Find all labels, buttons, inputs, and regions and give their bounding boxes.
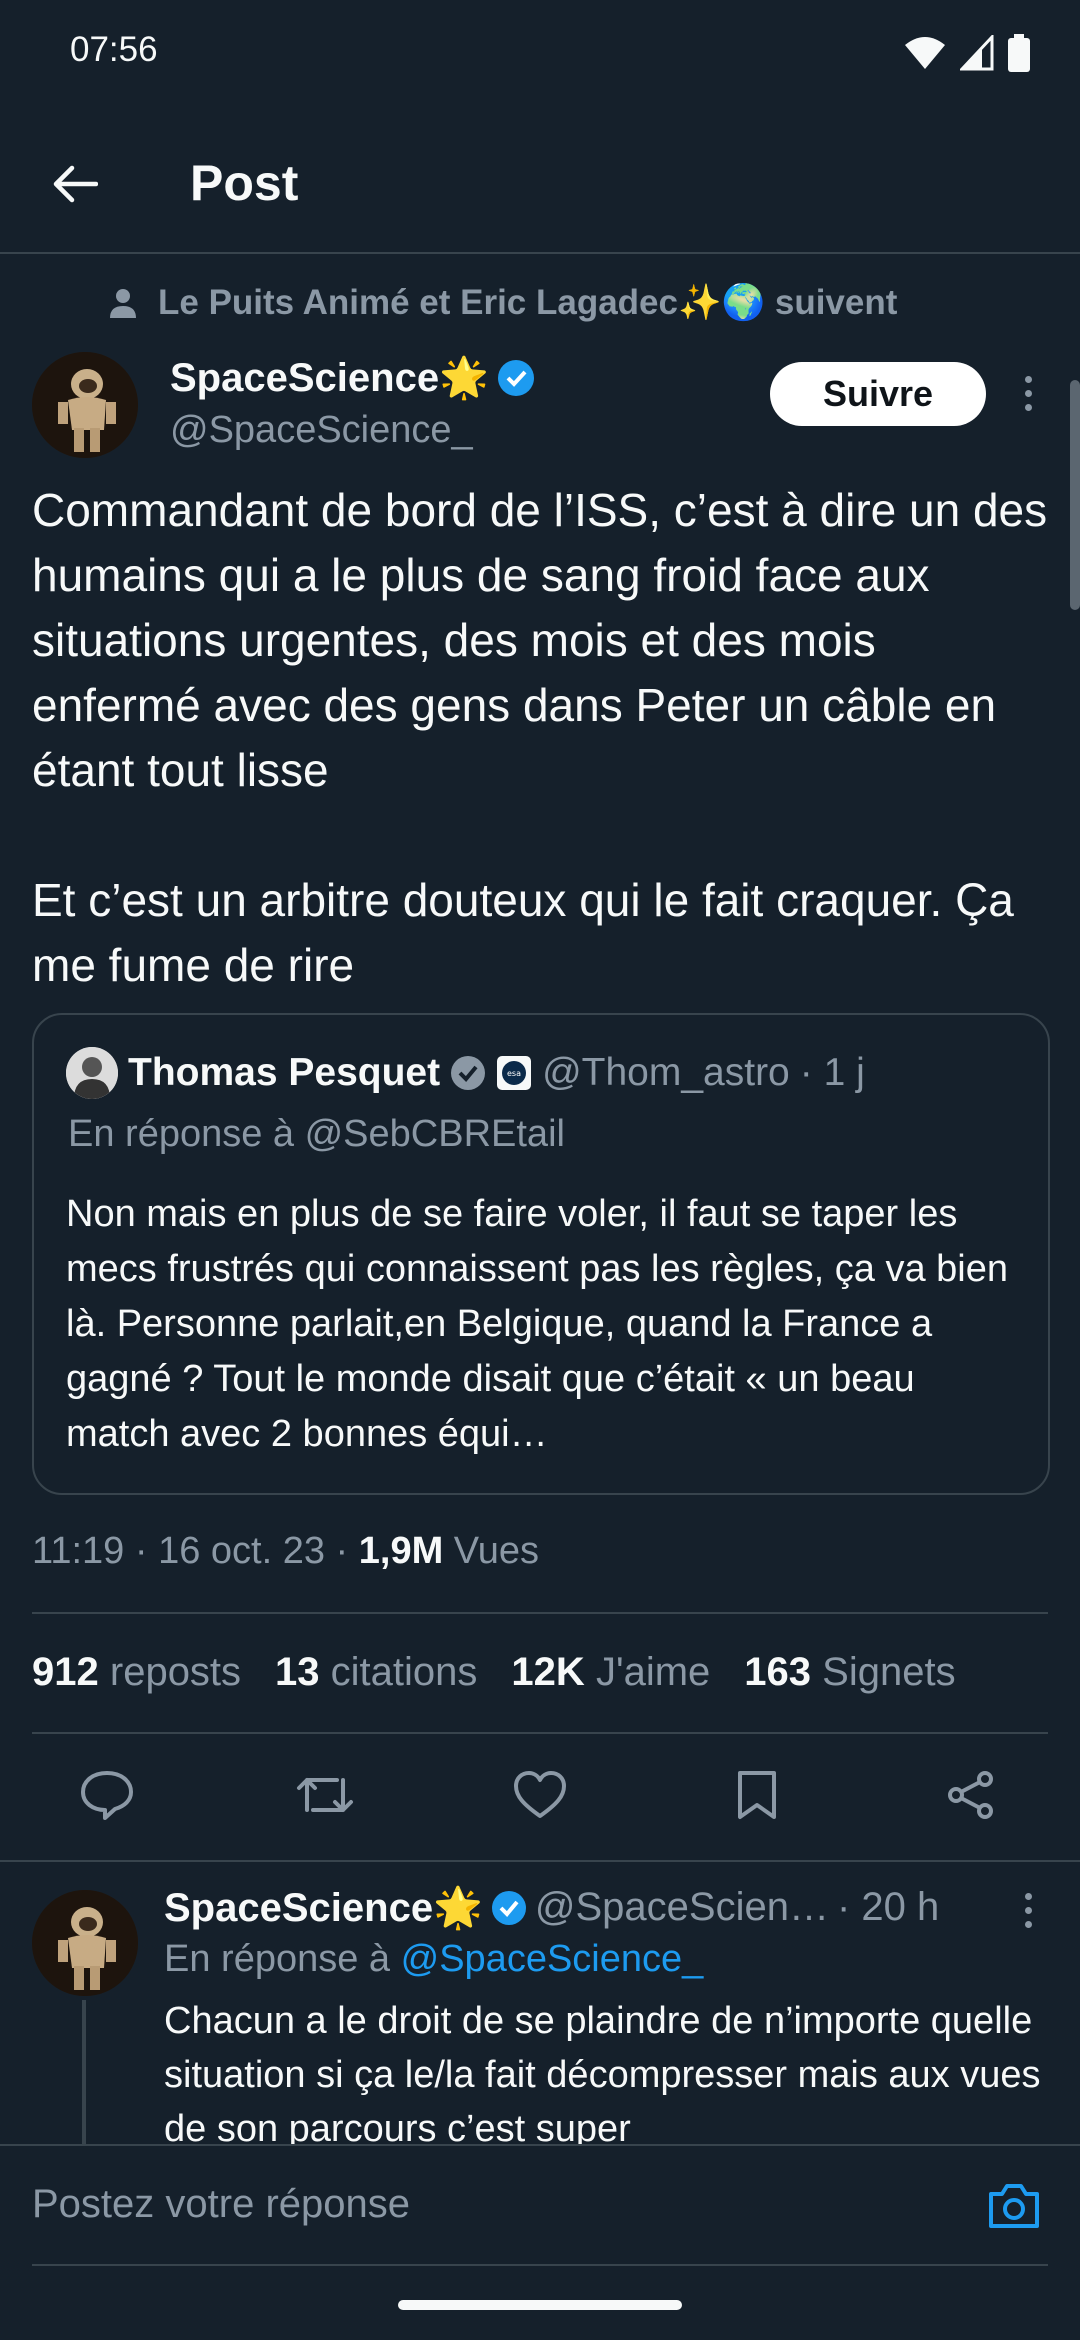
quote-author-handle: @Thom_astro (542, 1051, 790, 1094)
repost-icon (297, 1778, 353, 1812)
bookmark-icon (738, 1771, 776, 1819)
divider (32, 1612, 1048, 1614)
esa-affiliation-icon: esa (497, 1056, 532, 1090)
page-title: Post (190, 155, 299, 211)
post-text: Commandant de bord de l’ISS, c’est à dir… (32, 484, 1048, 991)
status-icons (904, 34, 1030, 72)
quote-author-avatar (66, 1047, 118, 1099)
stat-quotes[interactable]: 13 citations (275, 1650, 477, 1695)
reply-time: · 20 h (836, 1885, 940, 1929)
reply-post[interactable]: SpaceScience🌟 @SpaceScien… · 20 h En rép… (0, 1862, 1080, 2144)
share-icon (948, 1771, 993, 1819)
heart-icon (514, 1771, 566, 1818)
views-count: 1,9M (358, 1530, 444, 1572)
home-indicator[interactable] (398, 2300, 682, 2310)
post-time: 11:19 (32, 1530, 125, 1572)
wifi-icon (905, 37, 945, 69)
person-icon (110, 288, 136, 318)
astronaut-avatar-image (32, 1890, 138, 1996)
comment-icon (81, 1771, 133, 1820)
reply-author-name: SpaceScience🌟 (164, 1886, 483, 1930)
stat-reposts[interactable]: 912 reposts (32, 1650, 241, 1695)
quote-reply-context: En réponse à @SebCBREtail (68, 1113, 565, 1155)
author-handle: @SpaceScience_ (170, 409, 473, 451)
quote-time: · 1 j (799, 1051, 865, 1094)
reply-button[interactable] (72, 1760, 142, 1830)
like-button[interactable] (505, 1760, 575, 1830)
status-bar: 07:56 (0, 0, 1080, 110)
input-underline (32, 2264, 1048, 2266)
scrollbar[interactable] (1070, 380, 1080, 610)
social-context-text: Le Puits Animé et Eric Lagadec✨🌍 suivent (158, 283, 898, 322)
reply-input[interactable]: Postez votre réponse (32, 2182, 410, 2227)
astronaut-avatar-image (32, 352, 138, 458)
views-label: Vues (453, 1530, 539, 1572)
camera-icon (989, 2184, 1039, 2228)
arrow-left-icon (53, 165, 98, 203)
back-button[interactable] (44, 154, 104, 214)
battery-icon (1008, 34, 1030, 72)
author-name: SpaceScience🌟 (170, 356, 489, 400)
reply-mention-link[interactable]: @SpaceScience_ (401, 1938, 704, 1980)
reply-author-avatar[interactable] (32, 1890, 138, 1996)
repost-button[interactable] (290, 1760, 360, 1830)
reply-context: En réponse à @SpaceScience_ (164, 1938, 704, 1980)
reply-author-handle: @SpaceScien… (534, 1885, 829, 1929)
divider (32, 1732, 1048, 1734)
reply-more-options-button[interactable] (1008, 1880, 1048, 1940)
quoted-post[interactable]: Thomas Pesquet esa @Thom_astro · 1 j En … (32, 1013, 1050, 1495)
post-date: 16 oct. 23 (158, 1530, 325, 1572)
reply-text: Chacun a le droit de se plaindre de n’im… (164, 2000, 1041, 2144)
verified-badge-icon (451, 1056, 486, 1090)
social-context[interactable]: Le Puits Animé et Eric Lagadec✨🌍 suivent (110, 282, 897, 323)
signal-icon (960, 35, 994, 71)
camera-button[interactable] (984, 2176, 1044, 2236)
top-app-bar: Post (0, 110, 1080, 254)
stat-bookmarks[interactable]: 163 Signets (744, 1650, 955, 1695)
engagement-stats: 912 reposts 13 citations 12K J'aime 163 … (32, 1650, 956, 1695)
portrait-avatar-image (66, 1047, 118, 1099)
thread-line (82, 2000, 86, 2144)
bookmark-button[interactable] (722, 1760, 792, 1830)
action-bar (0, 1760, 1080, 1840)
verified-badge-icon (491, 1890, 526, 1925)
reply-composer: Postez votre réponse (0, 2144, 1080, 2266)
quote-text: Non mais en plus de se faire voler, il f… (66, 1193, 1009, 1455)
svg-text:esa: esa (507, 1069, 521, 1078)
quote-author-name: Thomas Pesquet (128, 1051, 441, 1094)
follow-button[interactable]: Suivre (770, 362, 986, 426)
more-options-button[interactable] (1008, 363, 1048, 423)
status-time: 07:56 (70, 30, 158, 69)
verified-badge-icon (497, 359, 534, 396)
share-button[interactable] (936, 1760, 1006, 1830)
post-meta: 11:19 · 16 oct. 23 · 1,9M Vues (32, 1530, 539, 1572)
author-avatar[interactable] (32, 352, 138, 458)
author-block[interactable]: SpaceScience🌟 @SpaceScience_ (170, 354, 535, 452)
stat-likes[interactable]: 12K J'aime (511, 1650, 710, 1695)
